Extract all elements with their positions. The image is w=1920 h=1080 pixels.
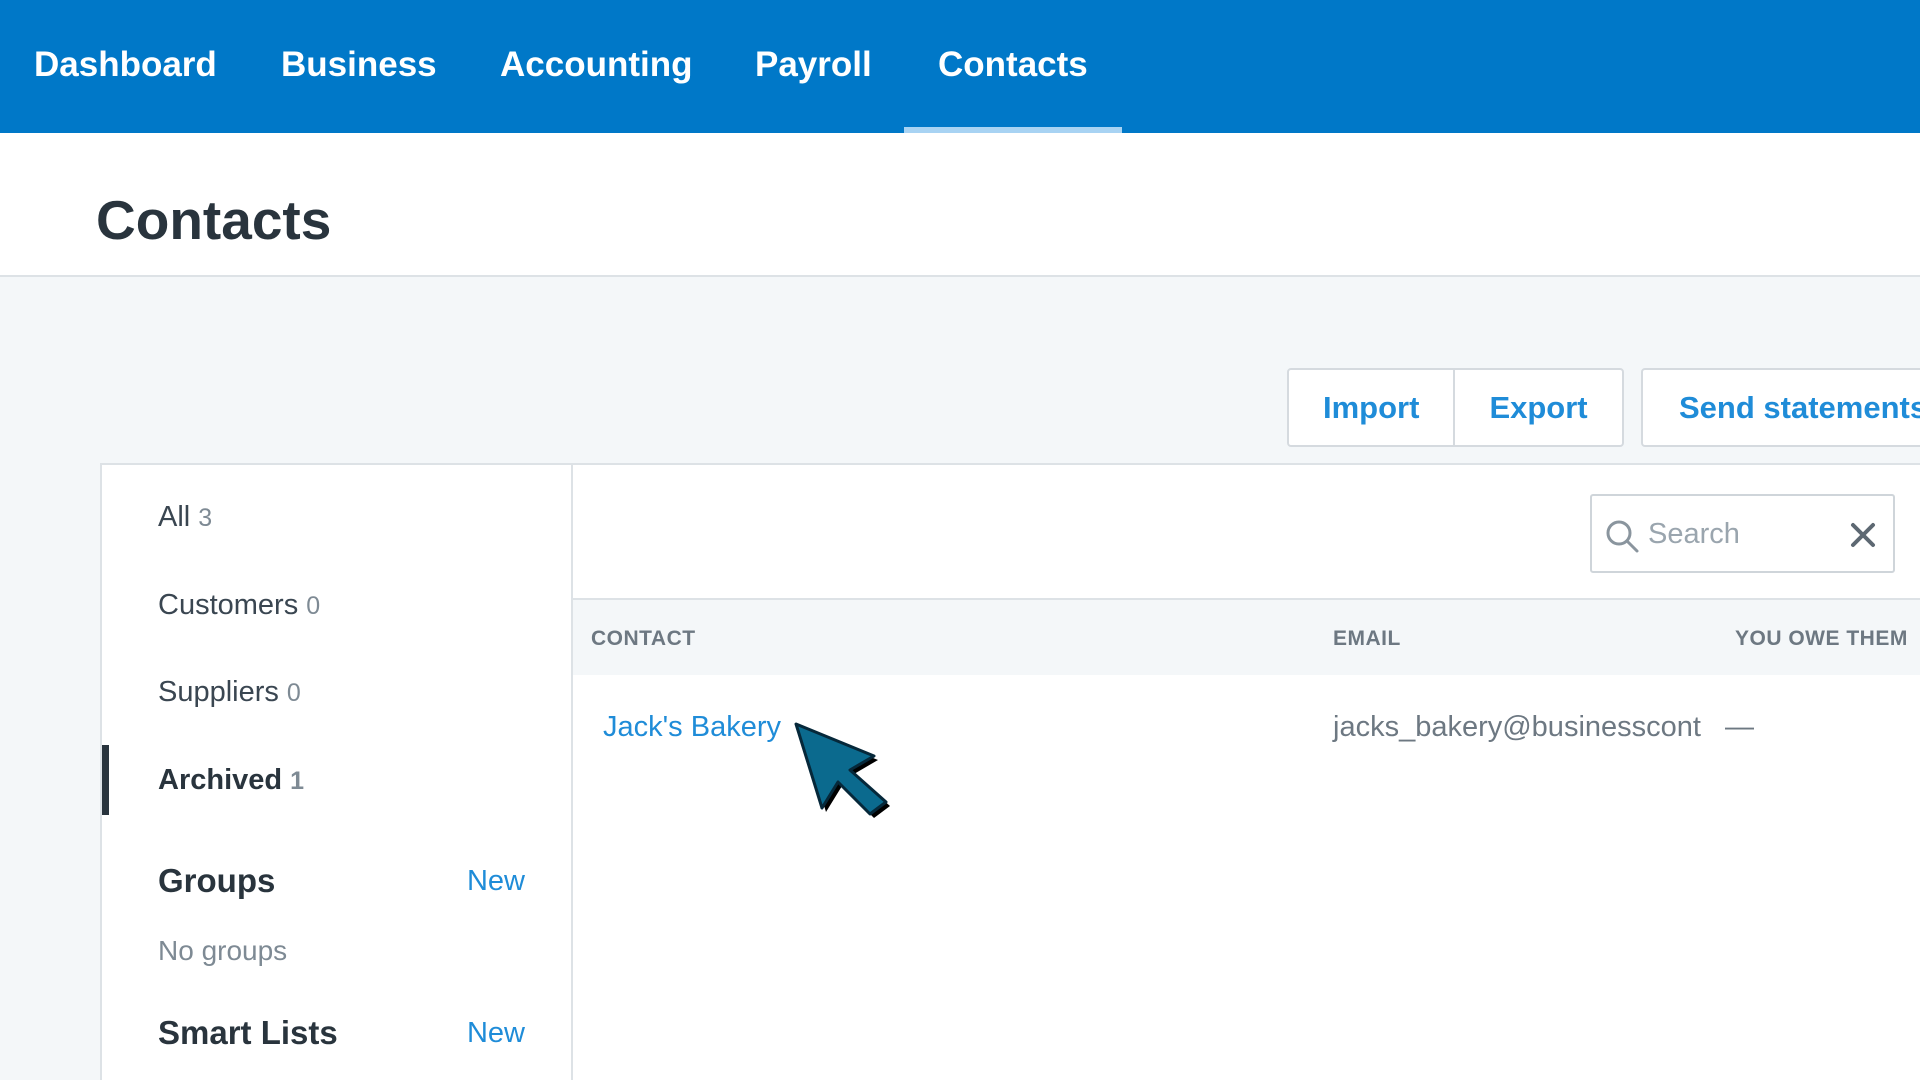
table-header: CONTACT EMAIL YOU OWE THEM [573, 598, 1920, 675]
nav-item-accounting[interactable]: Accounting [466, 0, 726, 133]
new-group-link[interactable]: New [467, 865, 525, 898]
sidebar-item-count: 0 [306, 592, 321, 620]
mouse-pointer-icon [794, 722, 890, 818]
close-icon[interactable] [1848, 520, 1878, 550]
page-title: Contacts [96, 189, 332, 251]
export-button[interactable]: Export [1453, 370, 1621, 445]
search-input[interactable] [1648, 506, 1838, 562]
sidebar-item-label: Archived [158, 764, 283, 796]
sidebar-item-label: Suppliers [158, 676, 279, 708]
search-box [1590, 494, 1895, 573]
column-header-you-owe-them[interactable]: YOU OWE THEM [1735, 627, 1908, 651]
groups-heading: Groups [158, 862, 276, 899]
nav-item-contacts[interactable]: Contacts [904, 0, 1122, 133]
new-smart-list-link[interactable]: New [467, 1017, 525, 1050]
page-header: Contacts [0, 133, 1920, 277]
nav-item-dashboard[interactable]: Dashboard [0, 0, 251, 133]
nav-item-payroll[interactable]: Payroll [721, 0, 906, 133]
import-button[interactable]: Import [1289, 370, 1453, 445]
sidebar-item-customers[interactable]: Customers 0 [158, 589, 320, 622]
sidebar-item-label: All [158, 501, 191, 533]
you-owe-them-value: — [1725, 711, 1754, 743]
search-icon [1606, 520, 1639, 553]
sidebar-item-label: Customers [158, 589, 299, 621]
sidebar-item-archived[interactable]: Archived 1 [158, 764, 304, 797]
sidebar-item-suppliers[interactable]: Suppliers 0 [158, 676, 301, 709]
contact-email: jacks_bakery@businesscont [1333, 711, 1701, 743]
column-header-contact[interactable]: CONTACT [591, 627, 696, 651]
import-export-button-group: Import Export [1287, 368, 1624, 447]
send-statements-button[interactable]: Send statements [1641, 368, 1920, 447]
sidebar-item-count: 0 [286, 679, 301, 707]
contact-name-link[interactable]: Jack's Bakery [603, 711, 781, 744]
no-groups-text: No groups [158, 935, 288, 966]
sidebar-item-count: 1 [290, 767, 305, 795]
sidebar-item-count: 3 [198, 504, 213, 532]
column-header-email[interactable]: EMAIL [1333, 627, 1401, 651]
table-row[interactable]: Jack's Bakery jacks_bakery@businesscont … [573, 675, 1920, 780]
top-navigation-bar: Dashboard Business Accounting Payroll Co… [0, 0, 1920, 133]
sidebar-item-all[interactable]: All 3 [158, 501, 212, 534]
contacts-filter-sidebar: All 3 Customers 0 Suppliers 0 Archived 1 Gro… [100, 463, 573, 1080]
smart-lists-heading: Smart Lists [158, 1014, 338, 1051]
nav-item-business[interactable]: Business [247, 0, 471, 133]
active-item-indicator [102, 745, 109, 815]
